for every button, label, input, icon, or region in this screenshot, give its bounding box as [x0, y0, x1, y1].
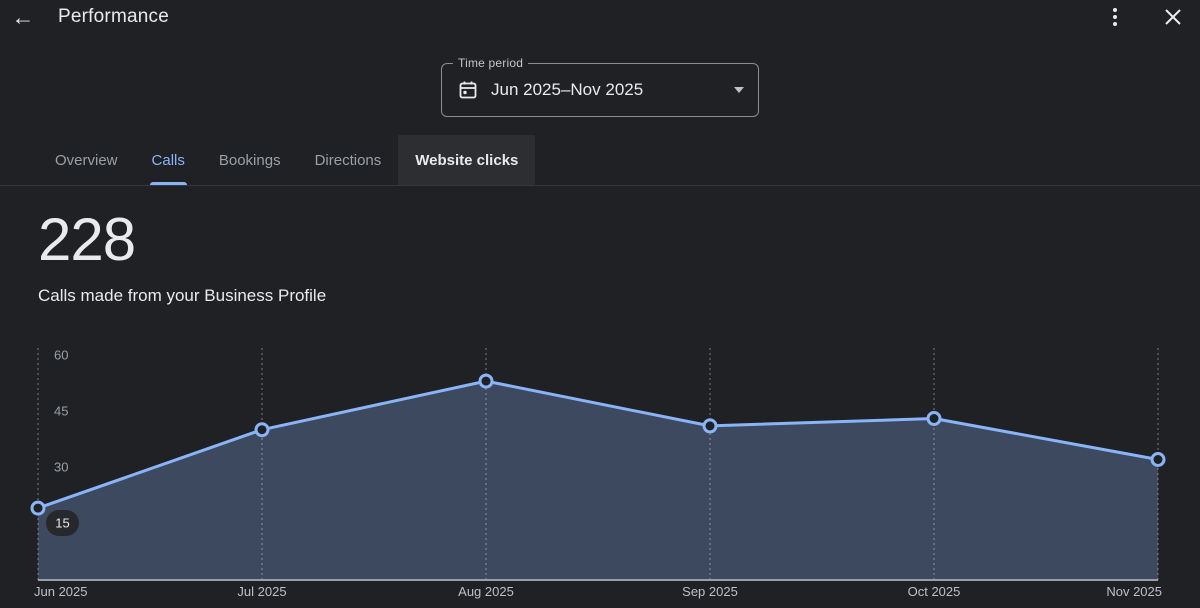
xtick-label: Aug 2025	[458, 584, 514, 599]
data-point[interactable]	[480, 375, 492, 387]
area-fill	[38, 381, 1158, 579]
xtick-label: Jun 2025	[34, 584, 88, 599]
data-point[interactable]	[704, 420, 716, 432]
data-point[interactable]	[256, 424, 268, 436]
calendar-icon	[458, 80, 478, 100]
xtick-label: Oct 2025	[908, 584, 961, 599]
ytick-label: 60	[54, 348, 68, 363]
time-period-select[interactable]: Time period Jun 2025–Nov 2025	[441, 63, 759, 117]
metric-summary: 228 Calls made from your Business Profil…	[0, 210, 1200, 306]
time-period-value: Jun 2025–Nov 2025	[491, 80, 643, 100]
dropdown-caret-icon	[734, 87, 744, 93]
xtick-label: Sep 2025	[682, 584, 738, 599]
tab-overview[interactable]: Overview	[38, 135, 135, 185]
calls-area-chart-svg: 15 30 45 60 Jun 2025 Jul 2025 Aug 2025 Sep 2025…	[0, 343, 1200, 608]
time-period-label: Time period	[453, 56, 528, 70]
tab-bookings[interactable]: Bookings	[202, 135, 298, 185]
back-button[interactable]: ←	[8, 2, 38, 32]
data-point[interactable]	[1152, 454, 1164, 466]
close-icon	[1164, 8, 1182, 26]
overflow-menu-button[interactable]	[1100, 2, 1130, 32]
ytick-label: 30	[54, 460, 68, 475]
metric-description: Calls made from your Business Profile	[38, 286, 1162, 306]
page-title: Performance	[58, 6, 169, 28]
xtick-label: Nov 2025	[1106, 584, 1162, 599]
top-bar: ← Performance	[0, 0, 1200, 34]
data-point[interactable]	[928, 413, 940, 425]
ytick-label: 45	[54, 404, 68, 419]
back-arrow-icon: ←	[12, 6, 35, 29]
ytick-label: 15	[55, 516, 69, 531]
tab-website-clicks[interactable]: Website clicks	[398, 135, 535, 185]
tab-calls[interactable]: Calls	[135, 135, 202, 185]
time-period-row: Time period Jun 2025–Nov 2025	[0, 63, 1200, 117]
tab-directions[interactable]: Directions	[298, 135, 399, 185]
metric-total: 228	[38, 210, 1162, 270]
calls-chart: 15 30 45 60 Jun 2025 Jul 2025 Aug 2025 Sep 2025…	[0, 343, 1200, 608]
data-point[interactable]	[32, 502, 44, 514]
close-button[interactable]	[1158, 2, 1188, 32]
kebab-menu-icon	[1113, 8, 1117, 26]
xtick-label: Jul 2025	[237, 584, 286, 599]
tab-bar: Overview Calls Bookings Directions Websi…	[0, 135, 1200, 186]
